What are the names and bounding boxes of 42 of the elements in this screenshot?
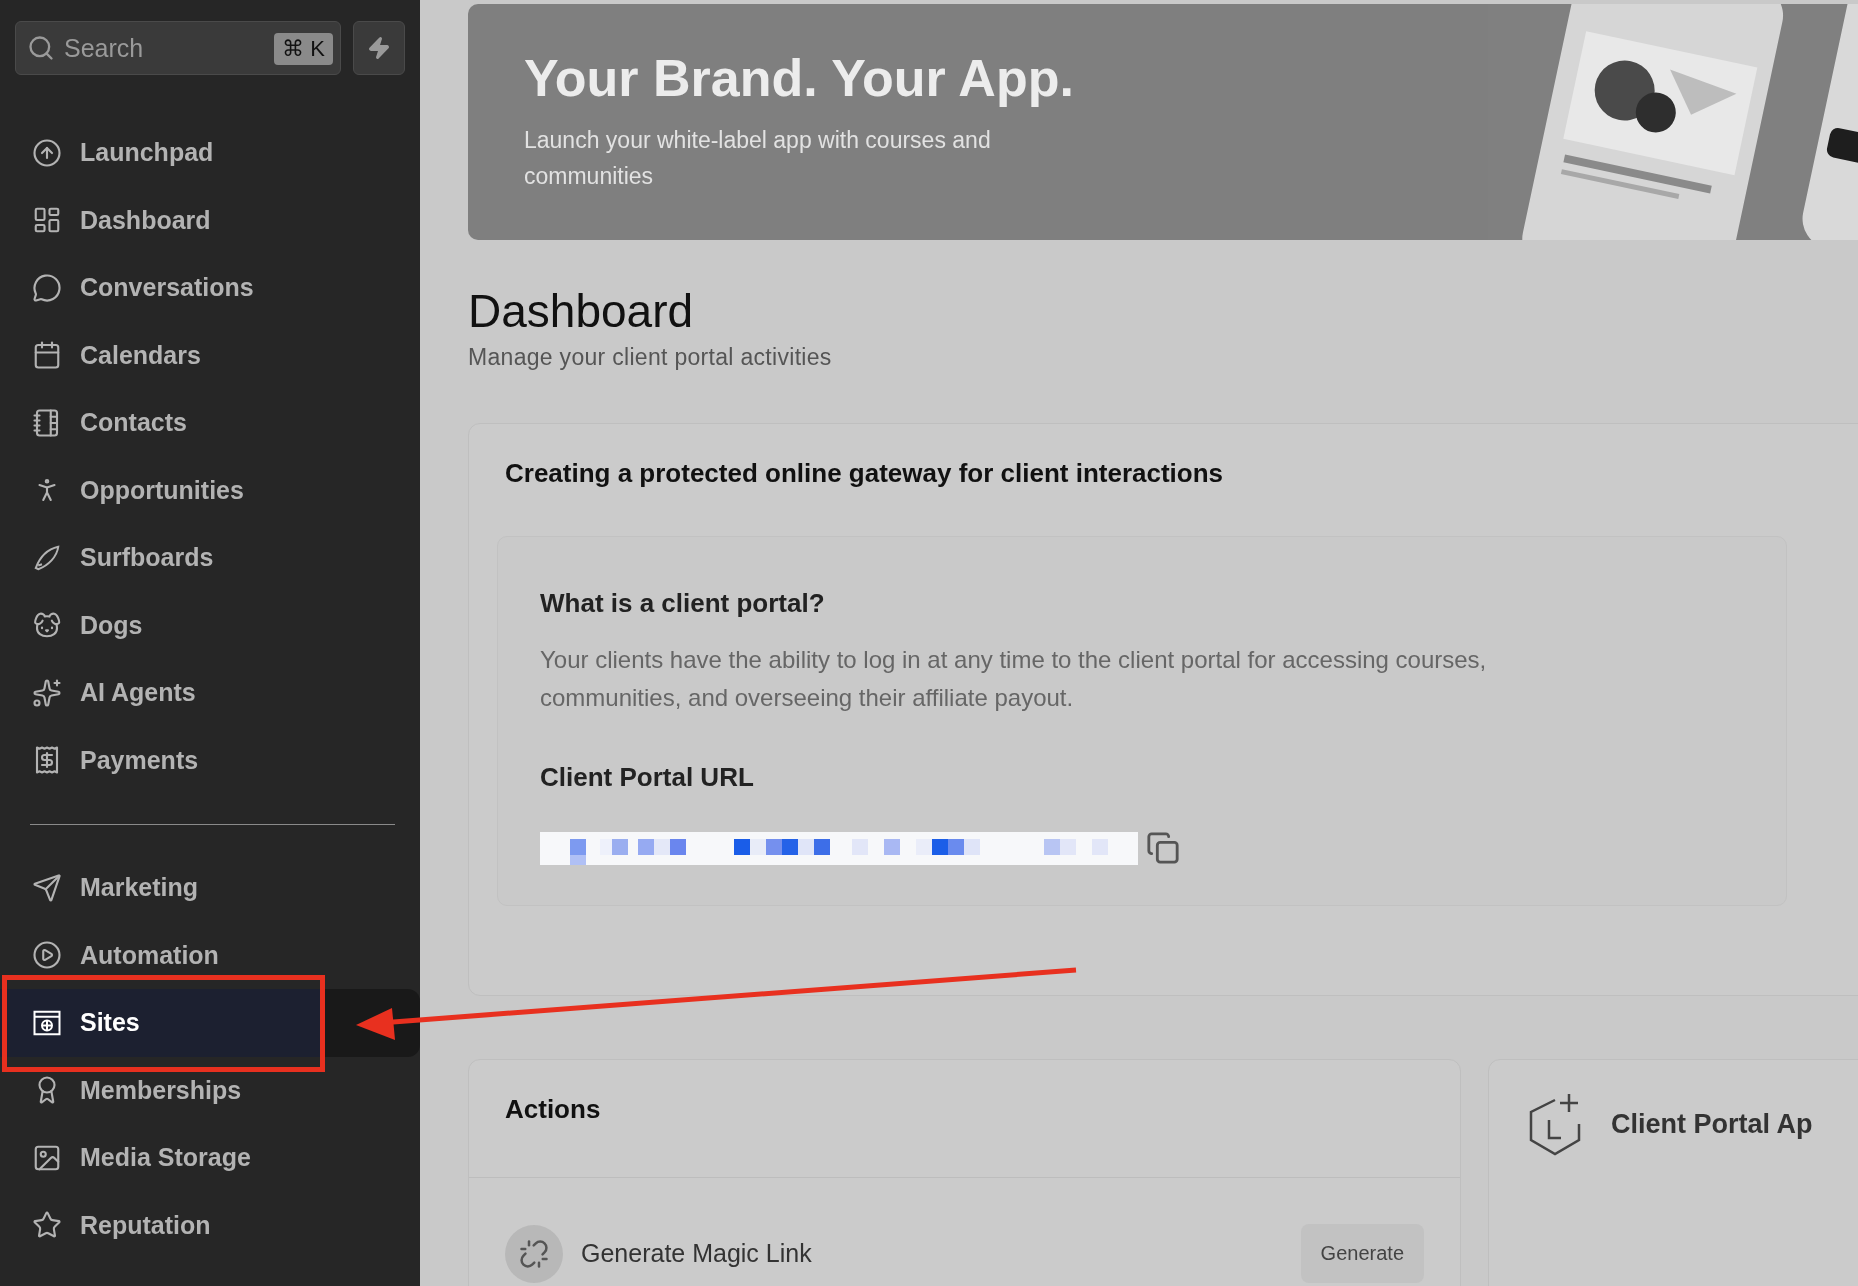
sidebar-item[interactable]: AI Agents xyxy=(0,659,420,727)
calendar-icon xyxy=(32,340,62,371)
card-title: Creating a protected online gateway for client interactions xyxy=(505,458,1225,489)
sidebar-item[interactable]: Launchpad xyxy=(0,119,420,187)
play-circle-icon xyxy=(32,940,62,971)
page-title: Dashboard xyxy=(468,284,695,338)
sidebar-item[interactable]: Automation xyxy=(0,921,420,989)
card-title: Client Portal Ap xyxy=(1611,1108,1813,1140)
sidebar-item[interactable]: Marketing xyxy=(0,854,420,922)
paper-plane-icon xyxy=(32,872,62,903)
sidebar-item[interactable]: Conversations xyxy=(0,254,420,322)
copy-icon xyxy=(1146,831,1180,865)
sidebar-item[interactable]: Memberships xyxy=(0,1056,420,1124)
search-icon xyxy=(27,34,55,62)
sidebar-item[interactable]: Media Storage xyxy=(0,1124,420,1192)
quick-action-button[interactable] xyxy=(353,21,405,75)
broken-link-icon xyxy=(519,1238,549,1269)
sidebar-item[interactable]: Contacts xyxy=(0,389,420,457)
arrow-circle-icon xyxy=(32,137,62,168)
page-subtitle: Manage your client portal activities xyxy=(468,344,833,371)
sidebar-item[interactable]: Reputation xyxy=(0,1191,420,1259)
shortcut-key: ⌘ K xyxy=(274,33,333,65)
chat-bubble-icon xyxy=(32,272,62,303)
generate-button[interactable]: Generate xyxy=(1300,1224,1424,1283)
sidebar-item[interactable]: Opportunities xyxy=(0,456,420,524)
lightning-icon xyxy=(367,36,391,60)
sidebar-item[interactable]: Calendars xyxy=(0,321,420,389)
banner-subtitle: Launch your white-label app with courses and communities xyxy=(524,126,992,191)
action-label: Generate Magic Link xyxy=(581,1239,813,1268)
card-title: Actions xyxy=(505,1094,602,1125)
sidebar-item[interactable]: Sites xyxy=(0,989,420,1057)
sidebar-item[interactable]: Surfboards xyxy=(0,524,420,592)
info-heading: What is a client portal? xyxy=(540,588,826,619)
url-label: Client Portal URL xyxy=(540,762,755,793)
sidebar-item[interactable]: Dashboard xyxy=(0,186,420,254)
sidebar-item[interactable]: Dogs xyxy=(0,591,420,659)
sparkle-icon xyxy=(32,677,62,708)
url-field[interactable] xyxy=(540,831,1138,865)
sidebar-item[interactable]: Payments xyxy=(0,726,420,794)
banner-title: Your Brand. Your App. xyxy=(524,48,1075,108)
copy-button[interactable] xyxy=(1146,831,1180,865)
info-text: Your clients have the ability to log in at any time to the client portal for accessing courses, communities, and overseeing their affiliate payout. xyxy=(540,645,1488,713)
